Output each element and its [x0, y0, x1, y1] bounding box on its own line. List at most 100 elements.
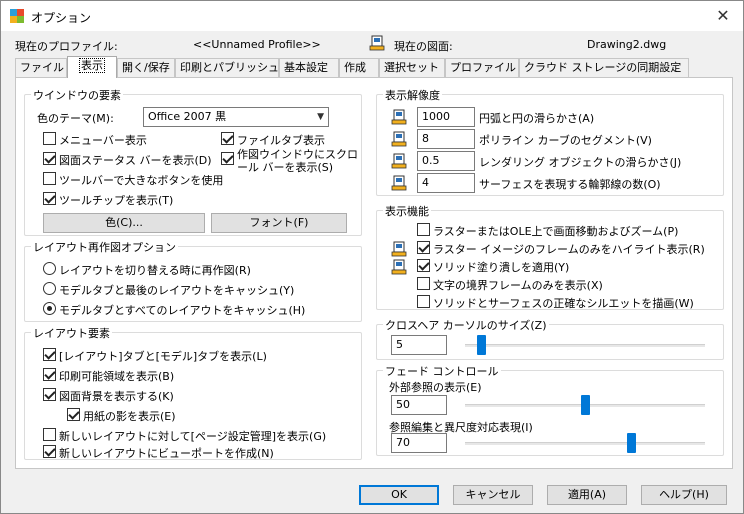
tab-display[interactable]: 表示 [67, 56, 117, 78]
tooltips-label: ツールチップを表示(T) [59, 194, 174, 207]
color-theme-select[interactable]: Office 2007 黒 ▼ [143, 107, 329, 127]
cache-model-all-radio[interactable] [43, 302, 56, 315]
layout-model-tabs-checkbox[interactable] [43, 348, 56, 361]
crosshair-size-input[interactable]: 5 [391, 335, 447, 355]
paper-background-checkbox[interactable] [43, 388, 56, 401]
paper-shadow-label: 用紙の影を表示(E) [83, 410, 176, 423]
tab-display-label: 表示 [79, 58, 105, 73]
ok-button[interactable]: OK [359, 485, 439, 505]
current-profile-value: <<Unnamed Profile>> [193, 38, 321, 51]
current-drawing-label: 現在の図面: [394, 40, 453, 53]
tab-files[interactable]: ファイル [15, 58, 67, 78]
layout-elements-title: レイアウト要素 [31, 325, 112, 341]
pan-zoom-raster-label: ラスターまたはOLE上で画面移動およびズーム(P) [433, 225, 679, 238]
cache-model-last-radio[interactable] [43, 282, 56, 295]
window-elements-title: ウインドウの要素 [31, 87, 123, 103]
tab-drafting[interactable]: 作成 [339, 58, 379, 78]
page-setup-manager-label: 新しいレイアウトに対して[ページ設定管理]を表示(G) [59, 430, 327, 443]
true-silhouettes-checkbox[interactable] [417, 295, 430, 308]
file-tabs-checkbox[interactable] [221, 132, 234, 145]
cancel-button[interactable]: キャンセル [453, 485, 533, 505]
drawing-icon [369, 35, 385, 51]
display-tab-panel: ウインドウの要素 色のテーマ(M): Office 2007 黒 ▼ メニューバ… [15, 77, 733, 469]
drawing-saved-icon [391, 259, 407, 275]
create-viewport-checkbox[interactable] [43, 445, 56, 458]
tab-plot-publish[interactable]: 印刷とパブリッシュ [175, 58, 279, 78]
inplace-edit-slider-track[interactable] [465, 442, 705, 445]
window-elements-group: ウインドウの要素 色のテーマ(M): Office 2007 黒 ▼ メニューバ… [24, 87, 362, 236]
color-theme-value: Office 2007 黒 [148, 110, 227, 123]
chevron-down-icon: ▼ [317, 112, 324, 122]
crosshair-size-group: クロスヘア カーソルのサイズ(Z) 5 [376, 317, 724, 360]
autocad-app-icon [10, 9, 24, 23]
paper-background-label: 図面背景を表示する(K) [59, 390, 174, 403]
dialog-title: オプション [31, 11, 92, 25]
crosshair-size-slider-thumb[interactable] [476, 335, 486, 355]
drawing-status-bar-label: 図面ステータス バーを表示(D) [59, 154, 212, 167]
pan-zoom-raster-checkbox[interactable] [417, 223, 430, 236]
inplace-edit-slider-thumb[interactable] [626, 433, 636, 453]
crosshair-size-title: クロスヘア カーソルのサイズ(Z) [383, 317, 549, 333]
large-buttons-label: ツールバーで大きなボタンを使用 [59, 174, 224, 187]
tab-cloud-sync[interactable]: クラウド ストレージの同期設定 [519, 58, 689, 78]
layout-regen-group: レイアウト再作図オプション レイアウトを切り替える時に再作図(R) モデルタブと… [24, 239, 362, 322]
arc-smoothness-label: 円弧と円の滑らかさ(A) [479, 112, 595, 125]
tab-system[interactable]: 基本設定 [279, 58, 339, 78]
rendered-smoothness-label: レンダリング オブジェクトの滑らかさ(J) [479, 156, 682, 169]
options-dialog: オプション ✕ 現在のプロファイル: <<Unnamed Profile>> 現… [0, 0, 744, 514]
layout-elements-group: レイアウト要素 [レイアウト]タブと[モデル]タブを表示(L) 印刷可能領域を表… [24, 325, 362, 460]
close-icon[interactable]: ✕ [703, 1, 743, 31]
drawing-status-bar-checkbox[interactable] [43, 152, 56, 165]
tab-selection[interactable]: 選択セット [379, 58, 445, 78]
tab-profiles[interactable]: プロファイル [445, 58, 519, 78]
xref-display-label: 外部参照の表示(E) [389, 381, 482, 394]
current-drawing-value: Drawing2.dwg [587, 38, 667, 51]
cache-model-last-label: モデルタブと最後のレイアウトをキャッシュ(Y) [59, 284, 295, 297]
color-theme-label: 色のテーマ(M): [37, 112, 114, 125]
page-setup-manager-checkbox[interactable] [43, 428, 56, 441]
printable-area-label: 印刷可能領域を表示(B) [59, 370, 175, 383]
tooltips-checkbox[interactable] [43, 192, 56, 205]
inplace-edit-input[interactable]: 70 [391, 433, 447, 453]
current-profile-label: 現在のプロファイル: [15, 40, 118, 53]
file-tabs-label: ファイルタブ表示 [237, 134, 325, 147]
large-buttons-checkbox[interactable] [43, 172, 56, 185]
tab-open-save[interactable]: 開く/保存 [117, 58, 175, 78]
scroll-bars-label: 作図ウインドウにスクロール バーを表示(S) [237, 148, 358, 174]
printable-area-checkbox[interactable] [43, 368, 56, 381]
regen-on-switch-label: レイアウトを切り替える時に再作図(R) [59, 264, 251, 277]
crosshair-size-slider-track[interactable] [465, 344, 705, 347]
layout-model-tabs-label: [レイアウト]タブと[モデル]タブを表示(L) [59, 350, 267, 363]
rendered-smoothness-input[interactable]: 0.5 [417, 151, 475, 171]
menubar-checkbox[interactable] [43, 132, 56, 145]
menubar-label: メニューバー表示 [59, 134, 147, 147]
arc-smoothness-input[interactable]: 1000 [417, 107, 475, 127]
regen-on-switch-radio[interactable] [43, 262, 56, 275]
help-button[interactable]: ヘルプ(H) [641, 485, 727, 505]
title-bar: オプション ✕ [1, 1, 743, 31]
text-boundary-frame-label: 文字の境界フレームのみを表示(X) [433, 279, 603, 292]
apply-button[interactable]: 適用(A) [547, 485, 627, 505]
display-performance-group: 表示機能 ラスターまたはOLE上で画面移動およびズーム(P) ラスター イメージ… [376, 203, 724, 310]
solid-fill-label: ソリッド塗り潰しを適用(Y) [433, 261, 570, 274]
solid-fill-checkbox[interactable] [417, 259, 430, 272]
true-silhouettes-label: ソリッドとサーフェスの正確なシルエットを描画(W) [433, 297, 694, 310]
text-boundary-frame-checkbox[interactable] [417, 277, 430, 290]
display-performance-title: 表示機能 [383, 203, 431, 219]
paper-shadow-checkbox[interactable] [67, 408, 80, 421]
drawing-saved-icon [391, 131, 407, 147]
highlight-raster-frame-label: ラスター イメージのフレームのみをハイライト表示(R) [433, 243, 705, 256]
layout-regen-title: レイアウト再作図オプション [31, 239, 178, 255]
contour-lines-input[interactable]: 4 [417, 173, 475, 193]
polyline-segments-label: ポリライン カーブのセグメント(V) [479, 134, 652, 147]
polyline-segments-input[interactable]: 8 [417, 129, 475, 149]
fonts-button[interactable]: フォント(F) [211, 213, 347, 233]
colors-button[interactable]: 色(C)... [43, 213, 205, 233]
xref-display-input[interactable]: 50 [391, 395, 447, 415]
drawing-saved-icon [391, 241, 407, 257]
contour-lines-label: サーフェスを表現する輪郭線の数(O) [479, 178, 661, 191]
highlight-raster-frame-checkbox[interactable] [417, 241, 430, 254]
display-resolution-group: 表示解像度 1000 円弧と円の滑らかさ(A) 8 ポリライン カーブのセグメン… [376, 87, 724, 196]
xref-display-slider-thumb[interactable] [580, 395, 590, 415]
scroll-bars-checkbox[interactable] [221, 152, 234, 165]
